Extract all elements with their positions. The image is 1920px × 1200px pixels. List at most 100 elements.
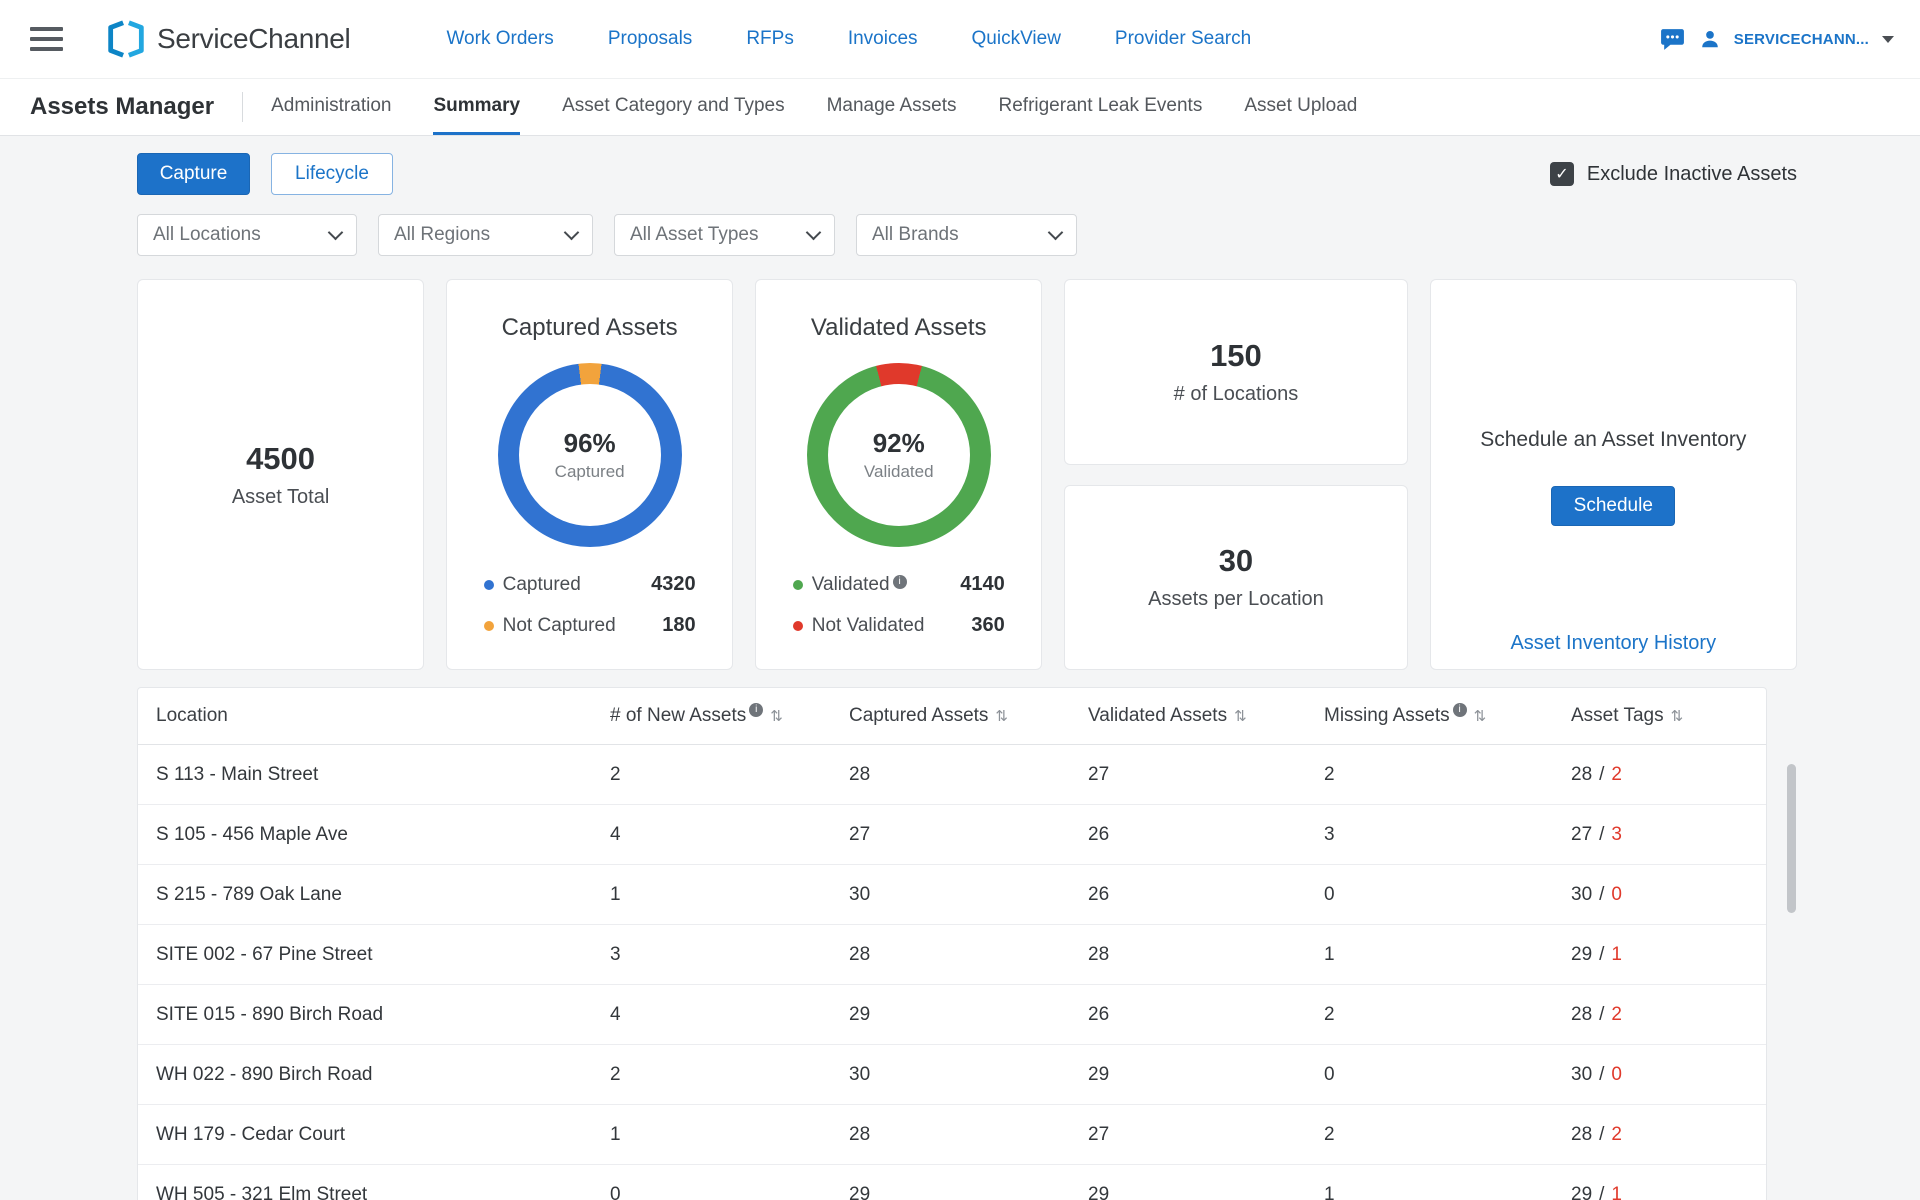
nav-item-quickview[interactable]: QuickView [972,28,1061,50]
sort-icon[interactable]: ⇅ [1234,707,1247,725]
sort-icon[interactable]: ⇅ [1671,707,1684,725]
sort-icon[interactable]: ⇅ [995,707,1008,725]
table-scrollbar[interactable] [1787,764,1796,913]
cell-validated: 26 [1088,824,1324,846]
tab-refrigerant-leak-events[interactable]: Refrigerant Leak Events [999,79,1203,135]
tab-asset-category-and-types[interactable]: Asset Category and Types [562,79,785,135]
nav-item-invoices[interactable]: Invoices [848,28,918,50]
asset-inventory-history-link[interactable]: Asset Inventory History [1510,632,1716,655]
cell-missing: 2 [1324,764,1571,786]
cell-new-assets: 1 [610,1124,849,1146]
cell-asset-tags: 28/2 [1571,1124,1766,1146]
legend-label: Not Captured [503,615,616,637]
nav-item-provider-search[interactable]: Provider Search [1115,28,1251,50]
cell-captured: 28 [849,1124,1088,1146]
filter-all-locations[interactable]: All Locations [137,214,357,256]
cell-validated: 26 [1088,1004,1324,1026]
tab-administration[interactable]: Administration [271,79,391,135]
captured-percent-label: Captured [555,462,625,482]
legend-row: Not Captured 180 [484,614,696,637]
validated-percent-label: Validated [864,462,934,482]
cell-validated: 28 [1088,944,1324,966]
not-validated-dot-icon [793,621,803,631]
info-icon[interactable]: i [1453,703,1467,717]
captured-legend: Captured 4320 Not Captured 180 [484,573,696,637]
tab-manage-assets[interactable]: Manage Assets [827,79,957,135]
nav-item-rfps[interactable]: RFPs [746,28,794,50]
cell-missing: 1 [1324,944,1571,966]
tab-summary[interactable]: Summary [433,79,520,135]
cell-missing: 0 [1324,1064,1571,1086]
info-icon[interactable]: i [749,703,763,717]
col-missing-assets-header: Missing Assetsi⇅ [1324,705,1571,727]
tab-asset-upload[interactable]: Asset Upload [1244,79,1357,135]
nav-item-proposals[interactable]: Proposals [608,28,693,50]
servicechannel-logo-icon [103,16,149,62]
schedule-inventory-card: Schedule an Asset Inventory Schedule Ass… [1430,279,1797,670]
cell-missing: 2 [1324,1124,1571,1146]
locations-count-card: 150 # of Locations [1064,279,1407,465]
captured-assets-title: Captured Assets [447,314,732,342]
filter-all-regions[interactable]: All Regions [378,214,593,256]
assets-manager-subnav: Assets Manager Administration Summary As… [0,78,1920,136]
account-name[interactable]: SERVICECHANN... [1734,31,1869,48]
col-location-header: Location [156,705,610,727]
cell-captured: 27 [849,824,1088,846]
cell-missing: 0 [1324,884,1571,906]
cell-captured: 30 [849,1064,1088,1086]
validated-donut-chart: 92% Validated [807,363,991,547]
cell-new-assets: 2 [610,1064,849,1086]
sort-icon[interactable]: ⇅ [1474,707,1487,725]
table-row: WH 022 - 890 Birch Road 2 30 29 0 30/0 [138,1045,1766,1105]
location-stats-stack: 150 # of Locations 30 Assets per Locatio… [1064,279,1407,670]
table-row: SITE 015 - 890 Birch Road 4 29 26 2 28/2 [138,985,1766,1045]
exclude-inactive-assets: ✓ Exclude Inactive Assets [1550,162,1797,186]
nav-item-work-orders[interactable]: Work Orders [446,28,553,50]
filter-label: All Asset Types [630,224,759,246]
chevron-down-icon [1048,224,1064,240]
cell-location: WH 022 - 890 Birch Road [156,1064,610,1086]
hamburger-bar [30,27,63,31]
chevron-down-icon [564,224,580,240]
cell-validated: 29 [1088,1184,1324,1200]
brand-name: ServiceChannel [157,23,350,55]
cell-new-assets: 0 [610,1184,849,1200]
cell-validated: 27 [1088,1124,1324,1146]
hamburger-menu-icon[interactable] [30,27,63,51]
chevron-down-icon [328,224,344,240]
filter-label: All Locations [153,224,261,246]
exclude-inactive-checkbox[interactable]: ✓ [1550,162,1574,186]
lifecycle-toggle-button[interactable]: Lifecycle [271,153,393,195]
filter-all-asset-types[interactable]: All Asset Types [614,214,835,256]
validated-dot-icon [793,580,803,590]
brand: ServiceChannel [103,16,350,62]
table-row: S 113 - Main Street 2 28 27 2 28/2 [138,745,1766,805]
legend-row: Not Validated 360 [793,614,1005,637]
capture-toggle-button[interactable]: Capture [137,153,250,195]
table-row: SITE 002 - 67 Pine Street 3 28 28 1 29/1 [138,925,1766,985]
cell-asset-tags: 29/1 [1571,1184,1766,1200]
user-icon[interactable] [1699,28,1721,50]
messages-icon[interactable] [1659,27,1686,52]
info-icon[interactable]: i [893,575,907,589]
cell-captured: 28 [849,764,1088,786]
validated-assets-title: Validated Assets [756,314,1041,342]
legend-label: Not Validated [812,615,925,637]
cell-validated: 27 [1088,764,1324,786]
sort-icon[interactable]: ⇅ [770,707,783,725]
caret-down-icon[interactable] [1882,36,1894,43]
filter-all-brands[interactable]: All Brands [856,214,1077,256]
hamburger-bar [30,37,63,41]
cell-new-assets: 2 [610,764,849,786]
legend-value: 360 [971,614,1004,637]
primary-nav: Work Orders Proposals RFPs Invoices Quic… [446,28,1251,50]
legend-value: 4140 [960,573,1005,596]
schedule-button[interactable]: Schedule [1551,486,1675,526]
cell-location: S 113 - Main Street [156,764,610,786]
top-navigation-bar: ServiceChannel Work Orders Proposals RFP… [0,0,1920,78]
cell-location: SITE 015 - 890 Birch Road [156,1004,610,1026]
cell-new-assets: 4 [610,824,849,846]
cell-validated: 29 [1088,1064,1324,1086]
cell-captured: 29 [849,1004,1088,1026]
locations-count-value: 150 [1210,338,1262,374]
